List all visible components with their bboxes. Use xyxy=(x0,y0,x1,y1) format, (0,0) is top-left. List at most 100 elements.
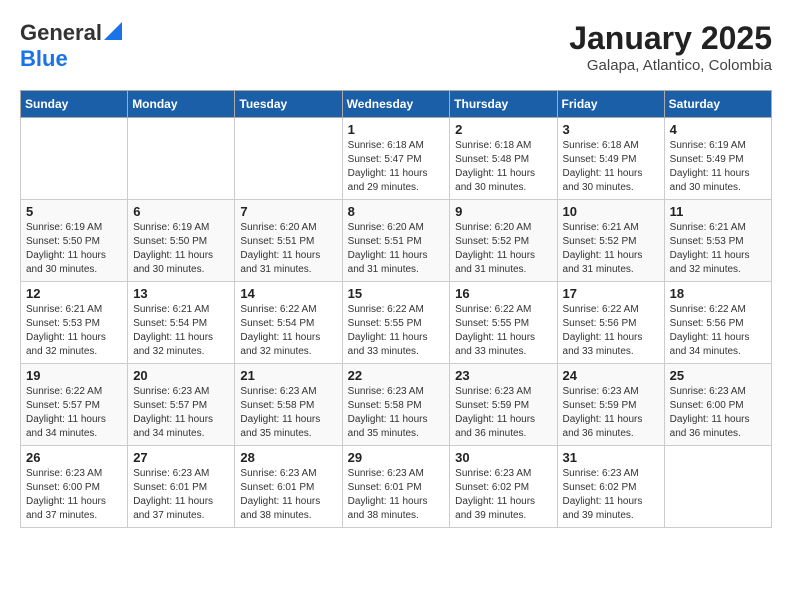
day-info: Sunrise: 6:23 AM Sunset: 6:02 PM Dayligh… xyxy=(563,467,659,523)
day-info: Sunrise: 6:22 AM Sunset: 5:56 PM Dayligh… xyxy=(563,303,659,359)
day-number: 4 xyxy=(670,122,766,137)
day-number: 31 xyxy=(563,450,659,465)
day-info: Sunrise: 6:19 AM Sunset: 5:49 PM Dayligh… xyxy=(670,139,766,195)
calendar-cell: 1Sunrise: 6:18 AM Sunset: 5:47 PM Daylig… xyxy=(342,118,450,200)
day-info: Sunrise: 6:21 AM Sunset: 5:52 PM Dayligh… xyxy=(563,221,659,277)
calendar-cell: 9 Sunrise: 6:20 AM Sunset: 5:52 PM Daylig… xyxy=(450,200,557,282)
day-number: 13 xyxy=(133,286,229,301)
calendar-cell xyxy=(235,118,342,200)
calendar-week-row: 19 Sunrise: 6:22 AM Sunset: 5:57 PM Dayli… xyxy=(21,364,772,446)
day-number: 19 xyxy=(26,368,122,383)
calendar-week-row: 26 Sunrise: 6:23 AM Sunset: 6:00 PM Dayli… xyxy=(21,446,772,528)
calendar-week-row: 5 Sunrise: 6:19 AM Sunset: 5:50 PM Daylig… xyxy=(21,200,772,282)
day-info: Sunrise: 6:23 AM Sunset: 5:58 PM Dayligh… xyxy=(348,385,445,441)
day-number: 18 xyxy=(670,286,766,301)
title-section: January 2025 Galapa, Atlantico, Colombia xyxy=(569,20,772,74)
day-info: Sunrise: 6:18 AM Sunset: 5:48 PM Dayligh… xyxy=(455,139,551,195)
day-number: 15 xyxy=(348,286,445,301)
calendar-cell: 23Sunrise: 6:23 AM Sunset: 5:59 PM Dayli… xyxy=(450,364,557,446)
day-number: 14 xyxy=(240,286,336,301)
month-title: January 2025 xyxy=(569,20,772,57)
calendar-day-header: Saturday xyxy=(664,91,771,118)
calendar-cell: 20 Sunrise: 6:23 AM Sunset: 5:57 PM Dayli… xyxy=(128,364,235,446)
day-info: Sunrise: 6:23 AM Sunset: 6:01 PM Dayligh… xyxy=(240,467,336,523)
day-info: Sunrise: 6:22 AM Sunset: 5:56 PM Dayligh… xyxy=(670,303,766,359)
calendar-cell: 27 Sunrise: 6:23 AM Sunset: 6:01 PM Dayli… xyxy=(128,446,235,528)
day-info: Sunrise: 6:22 AM Sunset: 5:57 PM Dayligh… xyxy=(26,385,122,441)
day-info: Sunrise: 6:23 AM Sunset: 6:00 PM Dayligh… xyxy=(670,385,766,441)
calendar-cell: 28 Sunrise: 6:23 AM Sunset: 6:01 PM Dayli… xyxy=(235,446,342,528)
day-number: 6 xyxy=(133,204,229,219)
day-number: 27 xyxy=(133,450,229,465)
day-info: Sunrise: 6:22 AM Sunset: 5:55 PM Dayligh… xyxy=(455,303,551,359)
calendar-cell: 18 Sunrise: 6:22 AM Sunset: 5:56 PM Dayli… xyxy=(664,282,771,364)
calendar-cell: 11 Sunrise: 6:21 AM Sunset: 5:53 PM Dayli… xyxy=(664,200,771,282)
calendar-cell: 8 Sunrise: 6:20 AM Sunset: 5:51 PM Daylig… xyxy=(342,200,450,282)
calendar-cell: 21 Sunrise: 6:23 AM Sunset: 5:58 PM Dayli… xyxy=(235,364,342,446)
day-number: 7 xyxy=(240,204,336,219)
day-info: Sunrise: 6:23 AM Sunset: 6:01 PM Dayligh… xyxy=(348,467,445,523)
calendar-cell: 4 Sunrise: 6:19 AM Sunset: 5:49 PM Daylig… xyxy=(664,118,771,200)
day-info: Sunrise: 6:23 AM Sunset: 6:02 PM Dayligh… xyxy=(455,467,551,523)
day-info: Sunrise: 6:20 AM Sunset: 5:51 PM Dayligh… xyxy=(348,221,445,277)
day-number: 23 xyxy=(455,368,551,383)
day-number: 22 xyxy=(348,368,445,383)
day-info: Sunrise: 6:21 AM Sunset: 5:53 PM Dayligh… xyxy=(670,221,766,277)
day-info: Sunrise: 6:22 AM Sunset: 5:54 PM Dayligh… xyxy=(240,303,336,359)
calendar-day-header: Thursday xyxy=(450,91,557,118)
day-info: Sunrise: 6:19 AM Sunset: 5:50 PM Dayligh… xyxy=(26,221,122,277)
day-number: 20 xyxy=(133,368,229,383)
day-number: 28 xyxy=(240,450,336,465)
day-number: 1 xyxy=(348,122,445,137)
day-number: 8 xyxy=(348,204,445,219)
day-number: 10 xyxy=(563,204,659,219)
calendar-cell: 5 Sunrise: 6:19 AM Sunset: 5:50 PM Daylig… xyxy=(21,200,128,282)
calendar-cell: 26 Sunrise: 6:23 AM Sunset: 6:00 PM Dayli… xyxy=(21,446,128,528)
day-number: 26 xyxy=(26,450,122,465)
calendar-week-row: 1Sunrise: 6:18 AM Sunset: 5:47 PM Daylig… xyxy=(21,118,772,200)
day-number: 29 xyxy=(348,450,445,465)
calendar-cell: 25 Sunrise: 6:23 AM Sunset: 6:00 PM Dayli… xyxy=(664,364,771,446)
day-info: Sunrise: 6:23 AM Sunset: 6:00 PM Dayligh… xyxy=(26,467,122,523)
logo-triangle-icon xyxy=(104,22,122,40)
day-info: Sunrise: 6:23 AM Sunset: 5:58 PM Dayligh… xyxy=(240,385,336,441)
calendar-cell: 15 Sunrise: 6:22 AM Sunset: 5:55 PM Dayli… xyxy=(342,282,450,364)
calendar-day-header: Friday xyxy=(557,91,664,118)
calendar-cell: 17Sunrise: 6:22 AM Sunset: 5:56 PM Dayli… xyxy=(557,282,664,364)
calendar-table: SundayMondayTuesdayWednesdayThursdayFrid… xyxy=(20,90,772,528)
calendar-cell: 3Sunrise: 6:18 AM Sunset: 5:49 PM Daylig… xyxy=(557,118,664,200)
calendar-cell: 30Sunrise: 6:23 AM Sunset: 6:02 PM Dayli… xyxy=(450,446,557,528)
day-number: 16 xyxy=(455,286,551,301)
day-number: 11 xyxy=(670,204,766,219)
logo-general-text: General xyxy=(20,20,102,46)
location-subtitle: Galapa, Atlantico, Colombia xyxy=(569,57,772,74)
calendar-cell: 31 Sunrise: 6:23 AM Sunset: 6:02 PM Dayli… xyxy=(557,446,664,528)
calendar-cell xyxy=(21,118,128,200)
day-info: Sunrise: 6:23 AM Sunset: 6:01 PM Dayligh… xyxy=(133,467,229,523)
day-number: 2 xyxy=(455,122,551,137)
calendar-cell: 7 Sunrise: 6:20 AM Sunset: 5:51 PM Daylig… xyxy=(235,200,342,282)
day-number: 21 xyxy=(240,368,336,383)
day-info: Sunrise: 6:20 AM Sunset: 5:51 PM Dayligh… xyxy=(240,221,336,277)
day-info: Sunrise: 6:21 AM Sunset: 5:54 PM Dayligh… xyxy=(133,303,229,359)
calendar-cell: 10 Sunrise: 6:21 AM Sunset: 5:52 PM Dayli… xyxy=(557,200,664,282)
calendar-day-header: Wednesday xyxy=(342,91,450,118)
calendar-cell: 24 Sunrise: 6:23 AM Sunset: 5:59 PM Dayli… xyxy=(557,364,664,446)
calendar-cell: 6 Sunrise: 6:19 AM Sunset: 5:50 PM Daylig… xyxy=(128,200,235,282)
day-info: Sunrise: 6:23 AM Sunset: 5:57 PM Dayligh… xyxy=(133,385,229,441)
day-info: Sunrise: 6:22 AM Sunset: 5:55 PM Dayligh… xyxy=(348,303,445,359)
calendar-cell: 12Sunrise: 6:21 AM Sunset: 5:53 PM Dayli… xyxy=(21,282,128,364)
page-header: General Blue January 2025 Galapa, Atlant… xyxy=(20,20,772,74)
calendar-cell xyxy=(128,118,235,200)
calendar-cell: 19 Sunrise: 6:22 AM Sunset: 5:57 PM Dayli… xyxy=(21,364,128,446)
calendar-day-header: Sunday xyxy=(21,91,128,118)
day-number: 3 xyxy=(563,122,659,137)
day-number: 9 xyxy=(455,204,551,219)
day-number: 5 xyxy=(26,204,122,219)
day-number: 24 xyxy=(563,368,659,383)
day-info: Sunrise: 6:20 AM Sunset: 5:52 PM Dayligh… xyxy=(455,221,551,277)
day-info: Sunrise: 6:23 AM Sunset: 5:59 PM Dayligh… xyxy=(563,385,659,441)
calendar-cell: 22 Sunrise: 6:23 AM Sunset: 5:58 PM Dayli… xyxy=(342,364,450,446)
day-number: 25 xyxy=(670,368,766,383)
day-info: Sunrise: 6:19 AM Sunset: 5:50 PM Dayligh… xyxy=(133,221,229,277)
